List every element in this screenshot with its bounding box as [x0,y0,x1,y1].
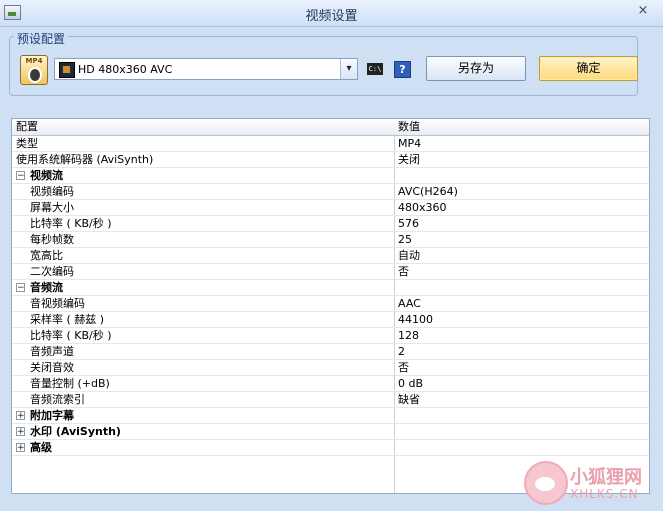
property-name: 宽高比 [30,249,63,262]
site-watermark: 小狐狸网 XHLKS.CN [524,461,654,509]
watermark-text: 小狐狸网 [570,467,642,488]
chevron-down-icon[interactable]: ▾ [340,59,357,79]
property-value[interactable]: 0 dB [398,376,643,392]
category-row[interactable]: − 视频流 [12,168,649,184]
grid-header: 配置 数值 [12,119,649,136]
expand-icon[interactable]: + [16,443,25,453]
header-value[interactable]: 数值 [398,119,643,135]
property-name: 音量控制 (+dB) [30,377,110,390]
category-label: 水印 (AviSynth) [30,425,121,438]
property-value[interactable]: 44100 [398,312,643,328]
window-title: 视频设置 [305,9,358,24]
category-label: 视频流 [30,169,63,182]
mp4-file-icon: MP4 [20,55,48,85]
category-label: 附加字幕 [30,409,74,422]
property-value[interactable]: AVC(H264) [398,184,643,200]
preset-group-label: 预设配置 [14,30,69,47]
property-row[interactable]: 音视频编码 AAC [12,296,649,312]
property-row[interactable]: 比特率 ( KB/秒 ) 576 [12,216,649,232]
property-value[interactable]: 480x360 [398,200,643,216]
property-row[interactable]: 屏幕大小 480x360 [12,200,649,216]
close-button[interactable]: × [635,3,651,19]
property-row[interactable]: 音频声道 2 [12,344,649,360]
property-value[interactable]: 否 [398,360,643,376]
property-row[interactable]: 类型 MP4 [12,136,649,152]
property-name: 采样率 ( 赫兹 ) [30,313,105,326]
property-name: 二次编码 [30,265,74,278]
property-name: 音频流索引 [30,393,85,406]
fox-logo-icon [524,461,568,505]
preset-select-value: HD 480x360 AVC [78,63,173,76]
property-name: 视频编码 [30,185,74,198]
property-value[interactable]: 缺省 [398,392,643,408]
property-value[interactable]: MP4 [398,136,643,152]
property-value[interactable]: 25 [398,232,643,248]
property-row[interactable]: 音频流索引 缺省 [12,392,649,408]
category-row[interactable]: + 水印 (AviSynth) [12,424,649,440]
property-row[interactable]: 比特率 ( KB/秒 ) 128 [12,328,649,344]
property-value[interactable]: 自动 [398,248,643,264]
property-row[interactable]: 每秒帧数 25 [12,232,649,248]
property-row[interactable]: 视频编码 AVC(H264) [12,184,649,200]
category-label: 音频流 [30,281,63,294]
command-line-icon[interactable]: C:\ [367,63,383,75]
expand-icon[interactable]: + [16,427,25,437]
property-row[interactable]: 宽高比 自动 [12,248,649,264]
category-row[interactable]: + 附加字幕 [12,408,649,424]
property-name: 类型 [16,137,38,150]
property-row[interactable]: 采样率 ( 赫兹 ) 44100 [12,312,649,328]
title-bar: 视频设置 × [0,0,663,27]
property-value[interactable]: AAC [398,296,643,312]
category-label: 高级 [30,441,52,454]
property-value[interactable]: 否 [398,264,643,280]
watermark-url: XHLKS.CN [570,487,639,501]
header-name[interactable]: 配置 [16,119,394,135]
property-name: 比特率 ( KB/秒 ) [30,217,112,230]
property-row[interactable]: 二次编码 否 [12,264,649,280]
save-as-button[interactable]: 另存为 [426,56,526,81]
help-icon[interactable]: ? [394,61,411,78]
property-name: 使用系统解码器 (AviSynth) [16,153,154,166]
property-row[interactable]: 关闭音效 否 [12,360,649,376]
property-value[interactable]: 关闭 [398,152,643,168]
collapse-icon[interactable]: − [16,171,25,181]
property-row[interactable]: 音量控制 (+dB) 0 dB [12,376,649,392]
expand-icon[interactable]: + [16,411,25,421]
category-row[interactable]: + 高级 [12,440,649,456]
category-row[interactable]: − 音频流 [12,280,649,296]
film-icon [59,62,75,78]
collapse-icon[interactable]: − [16,283,25,293]
property-name: 关闭音效 [30,361,74,374]
property-value[interactable]: 576 [398,216,643,232]
property-name: 音频声道 [30,345,74,358]
property-row[interactable]: 使用系统解码器 (AviSynth) 关闭 [12,152,649,168]
property-name: 屏幕大小 [30,201,74,214]
property-name: 比特率 ( KB/秒 ) [30,329,112,342]
property-name: 每秒帧数 [30,233,74,246]
property-name: 音视频编码 [30,297,85,310]
property-value[interactable]: 2 [398,344,643,360]
property-value[interactable]: 128 [398,328,643,344]
ok-button[interactable]: 确定 [539,56,638,81]
settings-grid[interactable]: 配置 数值 类型 MP4 使用系统解码器 (AviSynth) 关闭 − 视频流 视频编码 A… [11,118,650,494]
preset-select[interactable]: HD 480x360 AVC ▾ [54,58,358,80]
